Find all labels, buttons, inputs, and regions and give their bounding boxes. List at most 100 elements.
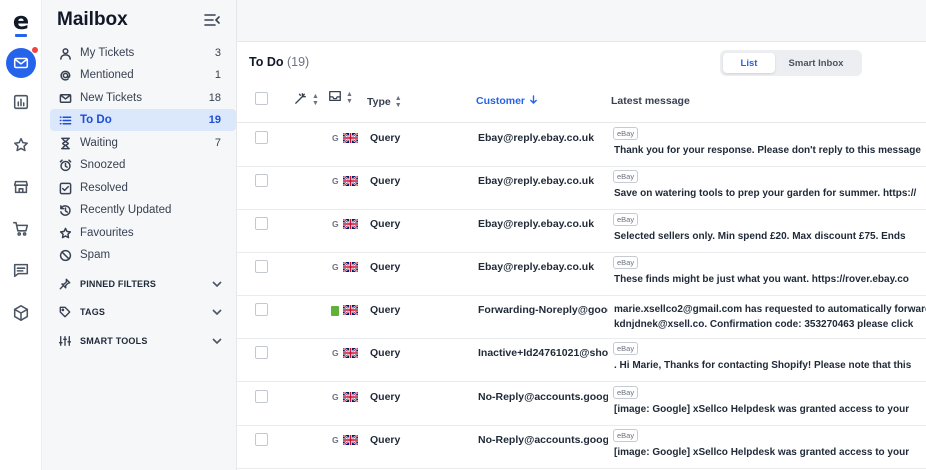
nav-orders[interactable]: [0, 216, 42, 246]
ticket-type: Query: [370, 175, 401, 187]
collapse-sidebar-icon[interactable]: [204, 13, 220, 27]
marketplace-badge: eBay: [613, 429, 639, 442]
app: e Mailbox My Tickets 3 Mentioned 1 New T…: [0, 0, 926, 470]
tag-icon: [58, 305, 72, 319]
sidebar-item-new-tickets[interactable]: New Tickets 18: [50, 87, 236, 109]
chevron-down-icon: [212, 280, 222, 288]
pin-icon: [58, 277, 72, 291]
column-latest-message: Latest message: [611, 95, 690, 107]
nav-messages[interactable]: [0, 257, 42, 287]
alarm-icon: [58, 158, 72, 172]
latest-message: Selected sellers only. Min spend £20. Ma…: [614, 231, 906, 242]
customer-email: Forwarding-Noreply@google.com: [478, 304, 608, 316]
row-checkbox[interactable]: [255, 390, 268, 403]
table-row[interactable]: G Query Ebay@reply.ebay.co.uk eBay Selec…: [237, 210, 926, 253]
select-all-checkbox[interactable]: [255, 92, 268, 105]
box-icon: [12, 304, 30, 327]
sort-channel[interactable]: ▲ ▼: [328, 89, 353, 106]
google-icon: G: [332, 262, 339, 272]
section-pinned-filters[interactable]: PINNED FILTERS: [50, 274, 236, 294]
customer-email: No-Reply@accounts.google.com: [478, 434, 608, 446]
marketplace-badge: eBay: [613, 127, 639, 140]
table-row[interactable]: G Query Inactive+Id24761021@shopify.com …: [237, 339, 926, 382]
nav-inventory[interactable]: [0, 300, 42, 330]
bar-chart-icon: [12, 93, 30, 116]
mailbox-sidebar: Mailbox My Tickets 3 Mentioned 1 New Tic…: [42, 0, 237, 470]
icon-rail: e: [0, 0, 42, 470]
sidebar-item-to-do[interactable]: To Do 19: [50, 109, 236, 131]
ticket-type: Query: [370, 261, 401, 273]
latest-message: [image: Google] xSellco Helpdesk was gra…: [614, 404, 910, 415]
ticket-type: Query: [370, 347, 401, 359]
shopify-icon: [331, 306, 339, 316]
app-logo[interactable]: e: [0, 6, 42, 37]
ban-icon: [58, 248, 72, 262]
sort-priority[interactable]: ▲ ▼: [293, 91, 319, 109]
ticket-type: Query: [370, 218, 401, 230]
table-row[interactable]: G Query Ebay@reply.ebay.co.uk eBay Thank…: [237, 124, 926, 167]
sidebar-item-waiting[interactable]: Waiting 7: [50, 132, 236, 154]
uk-flag-icon: [343, 305, 358, 315]
row-checkbox[interactable]: [255, 260, 268, 273]
ticket-list-panel: To Do (19) List Smart Inbox ▲ ▼ ▲ ▼ Type ▲…: [237, 43, 926, 470]
table-header: ▲ ▼ ▲ ▼ Type ▲ ▼ Customer Latest message: [237, 81, 926, 123]
marketplace-badge: eBay: [613, 170, 639, 183]
list-view-button[interactable]: List: [723, 53, 775, 73]
google-icon: G: [332, 176, 339, 186]
smart-inbox-button[interactable]: Smart Inbox: [775, 53, 857, 73]
ticket-type: Query: [370, 132, 401, 144]
notification-dot: [31, 46, 39, 54]
nav-store[interactable]: [0, 174, 42, 204]
google-icon: G: [332, 348, 339, 358]
user-icon: [58, 46, 72, 60]
history-icon: [58, 203, 72, 217]
page-title: To Do (19): [249, 55, 310, 69]
envelope-icon: [58, 91, 72, 105]
uk-flag-icon: [343, 392, 358, 402]
marketplace-badge: eBay: [613, 342, 639, 355]
column-type[interactable]: Type ▲ ▼: [367, 95, 402, 109]
sidebar-item-my-tickets[interactable]: My Tickets 3: [50, 42, 236, 64]
list-icon: [58, 113, 72, 127]
table-row[interactable]: G Query No-Reply@accounts.google.com eBa…: [237, 426, 926, 469]
uk-flag-icon: [343, 348, 358, 358]
latest-message: marie.xsellco2@gmail.com has requested t…: [614, 304, 926, 315]
nav-mailbox[interactable]: [0, 46, 42, 78]
customer-email: Inactive+Id24761021@shopify.com: [478, 347, 608, 359]
sidebar-item-mentioned[interactable]: Mentioned 1: [50, 64, 236, 86]
latest-message: [image: Google] xSellco Helpdesk was gra…: [614, 447, 910, 458]
sidebar-item-spam[interactable]: Spam: [50, 244, 236, 266]
table-row[interactable]: G Query Ebay@reply.ebay.co.uk eBay Save …: [237, 167, 926, 210]
sidebar-item-resolved[interactable]: Resolved: [50, 177, 236, 199]
nav-reviews[interactable]: [0, 132, 42, 162]
google-icon: G: [332, 133, 339, 143]
table-row[interactable]: G Query No-Reply@accounts.google.com eBa…: [237, 383, 926, 426]
sidebar-item-favourites[interactable]: Favourites: [50, 222, 236, 244]
row-checkbox[interactable]: [255, 174, 268, 187]
customer-email: Ebay@reply.ebay.co.uk: [478, 132, 595, 144]
latest-message: . Hi Marie, Thanks for contacting Shopif…: [614, 360, 912, 371]
row-checkbox[interactable]: [255, 303, 268, 316]
sidebar-item-snoozed[interactable]: Snoozed: [50, 154, 236, 176]
section-tags[interactable]: TAGS: [50, 302, 236, 322]
latest-message: Thank you for your response. Please don'…: [614, 145, 921, 156]
row-checkbox[interactable]: [255, 346, 268, 359]
google-icon: G: [332, 219, 339, 229]
ticket-type: Query: [370, 391, 401, 403]
sliders-icon: [58, 334, 72, 348]
row-checkbox[interactable]: [255, 217, 268, 230]
sidebar-item-recently-updated[interactable]: Recently Updated: [50, 199, 236, 221]
sort-toggle-icon: ▲ ▼: [312, 93, 319, 107]
row-checkbox[interactable]: [255, 131, 268, 144]
customer-email: Ebay@reply.ebay.co.uk: [478, 218, 595, 230]
table-row[interactable]: G Query Ebay@reply.ebay.co.uk eBay These…: [237, 253, 926, 296]
sort-toggle-icon: ▲ ▼: [346, 90, 353, 105]
uk-flag-icon: [343, 262, 358, 272]
row-checkbox[interactable]: [255, 433, 268, 446]
google-icon: G: [332, 435, 339, 445]
section-smart-tools[interactable]: SMART TOOLS: [50, 331, 236, 351]
column-customer[interactable]: Customer: [476, 95, 538, 107]
nav-reports[interactable]: [0, 89, 42, 119]
star-icon: [12, 136, 30, 159]
table-row[interactable]: Query Forwarding-Noreply@google.com mari…: [237, 296, 926, 339]
